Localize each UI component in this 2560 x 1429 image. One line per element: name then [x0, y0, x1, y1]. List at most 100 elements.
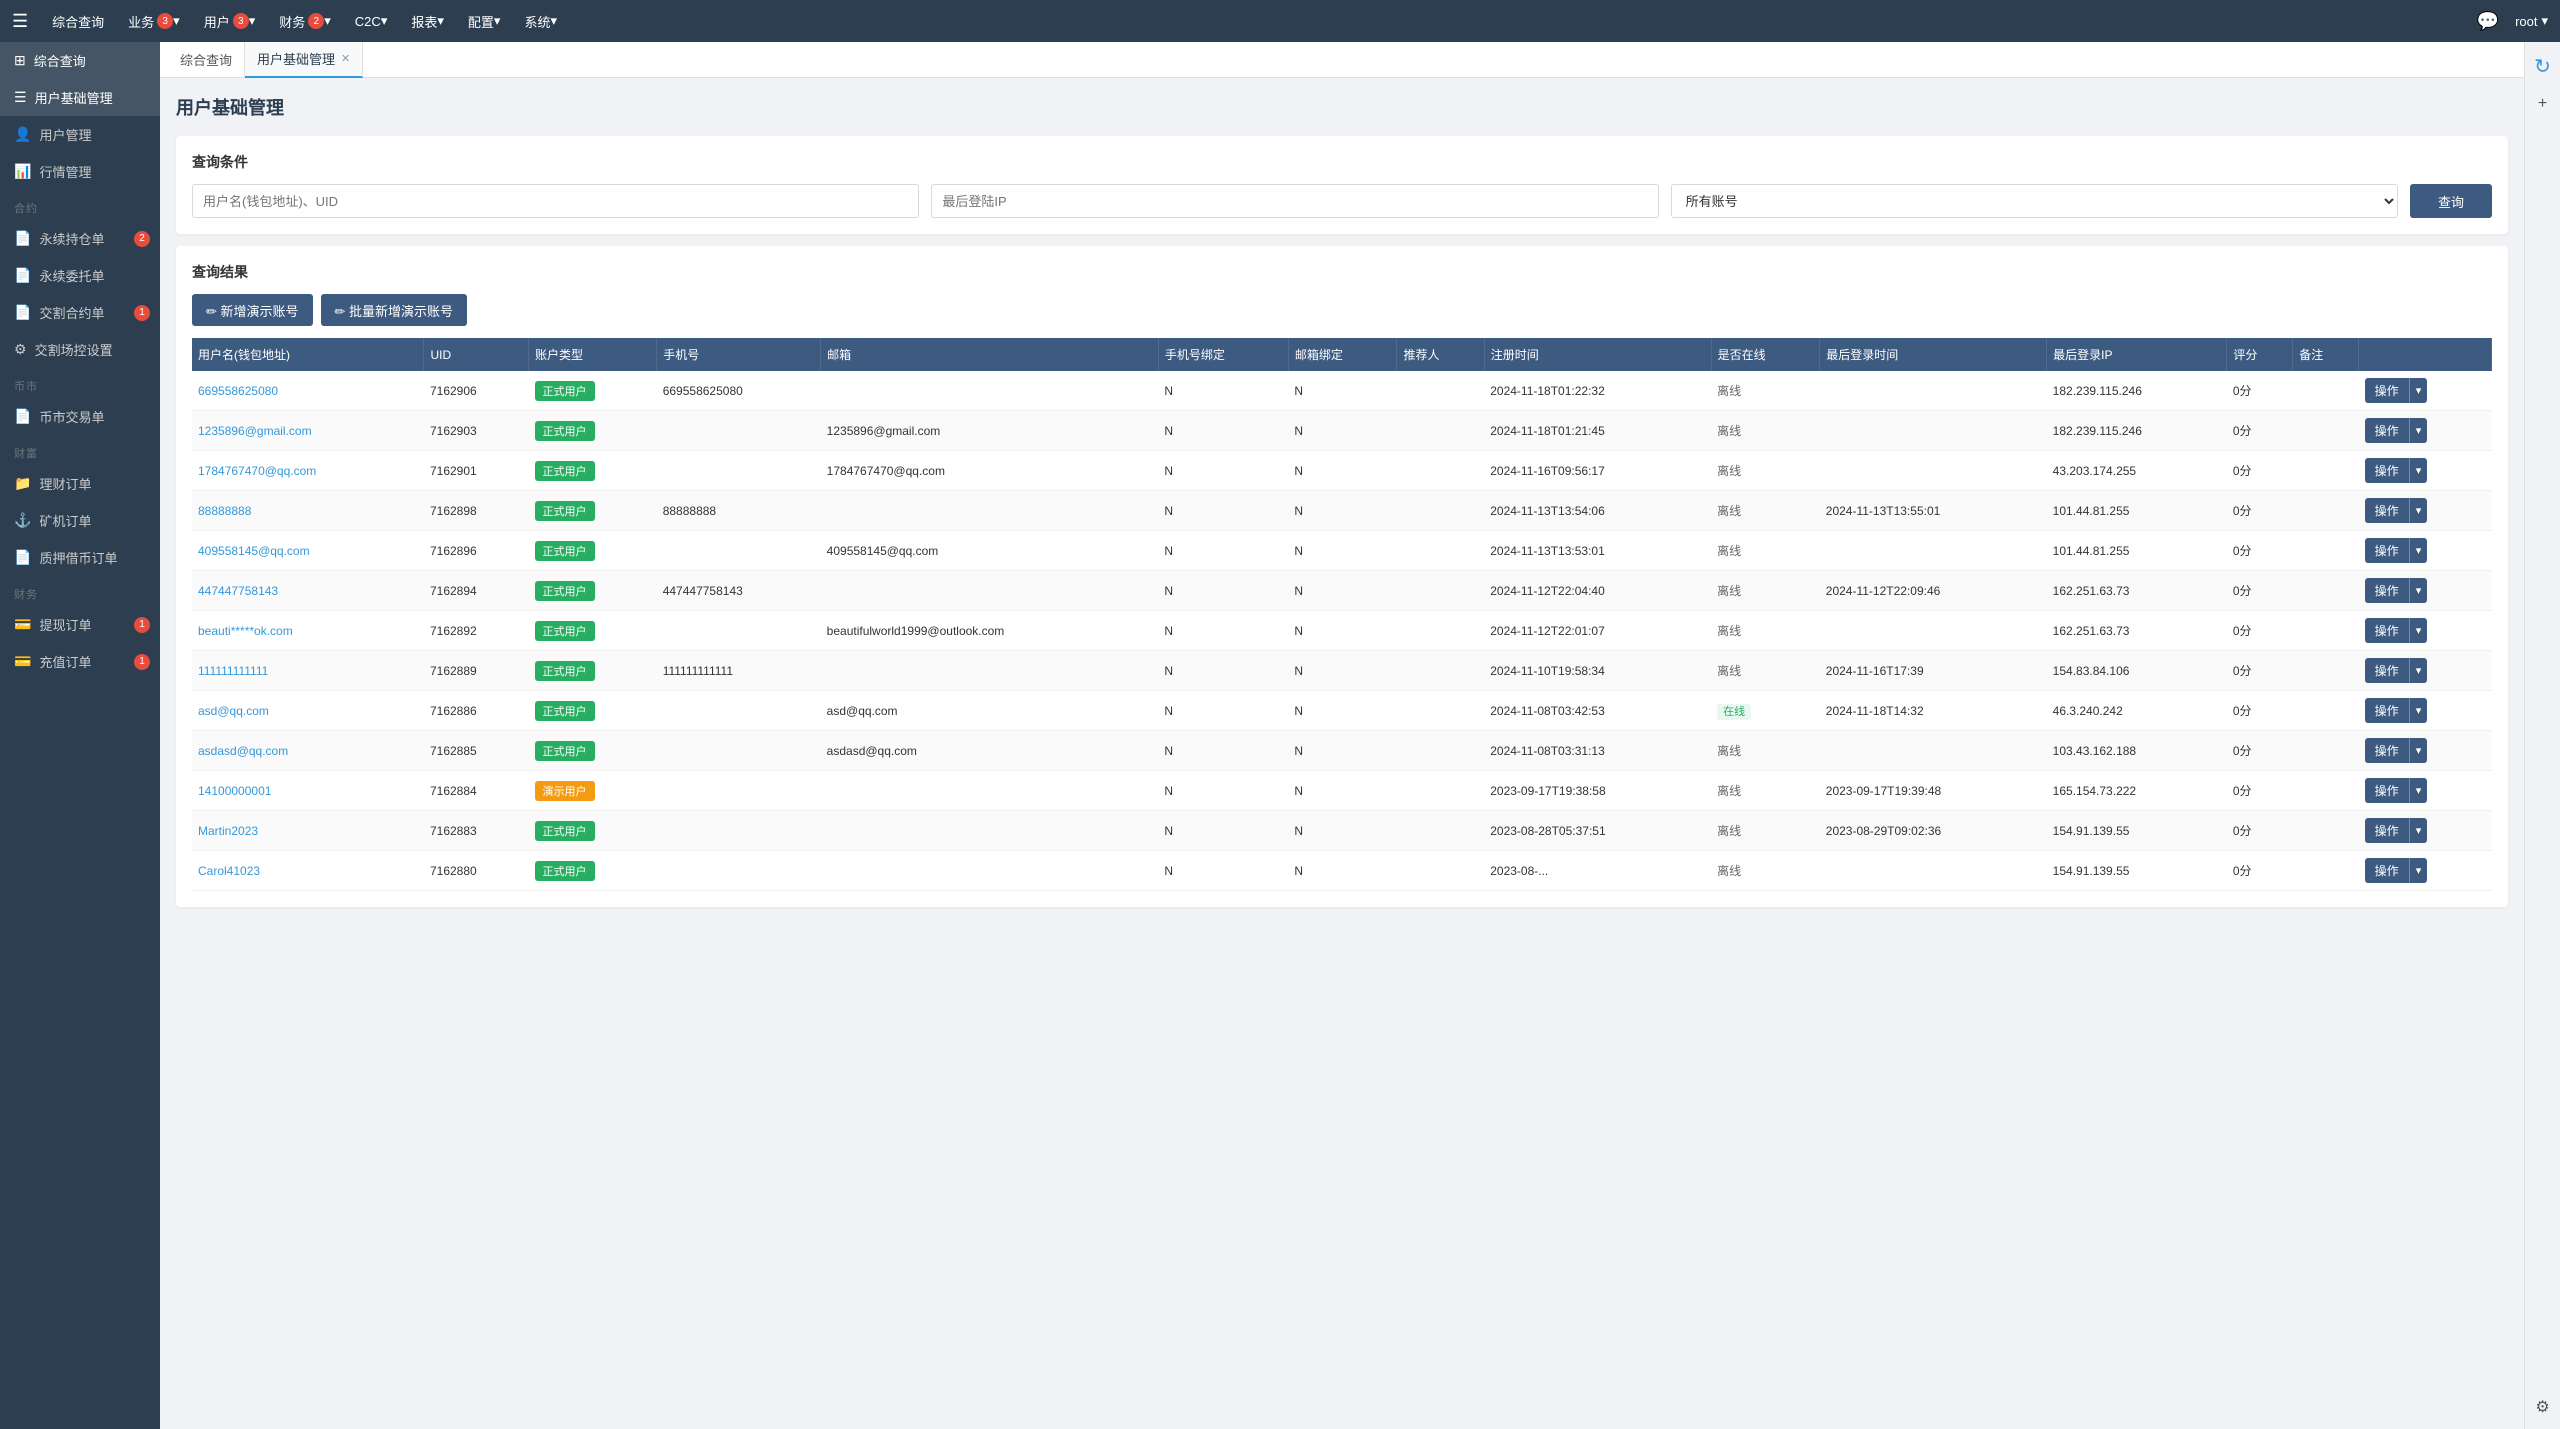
- col-reg-time: 注册时间: [1484, 338, 1711, 371]
- cell-last-login-ip: 182.239.115.246: [2047, 411, 2227, 451]
- online-status: 离线: [1717, 624, 1741, 638]
- operate-button[interactable]: 操作: [2365, 418, 2409, 443]
- chat-icon[interactable]: 💬: [2477, 11, 2499, 32]
- sidebar-item-delivery-contract[interactable]: 📄 交割合约单 1: [0, 294, 160, 331]
- operate-button[interactable]: 操作: [2365, 578, 2409, 603]
- username-link[interactable]: 1784767470@qq.com: [198, 464, 316, 478]
- username-link[interactable]: 447447758143: [198, 584, 278, 598]
- hamburger-icon[interactable]: ☰: [12, 11, 28, 32]
- operate-button[interactable]: 操作: [2365, 618, 2409, 643]
- username-search-input[interactable]: [192, 184, 919, 218]
- search-section: 查询条件 所有账号 正式用户 演示用户 查询: [176, 136, 2508, 234]
- refresh-icon[interactable]: ↻: [2530, 50, 2555, 83]
- operate-dropdown-button[interactable]: ▾: [2409, 858, 2428, 883]
- cell-email-bound: N: [1288, 411, 1397, 451]
- operate-dropdown-button[interactable]: ▾: [2409, 578, 2428, 603]
- sidebar-item-coin-trade[interactable]: 📄 币市交易单: [0, 398, 160, 435]
- operate-button[interactable]: 操作: [2365, 498, 2409, 523]
- nav-item-finance[interactable]: 财务 2 ▾: [269, 0, 341, 42]
- operate-dropdown-button[interactable]: ▾: [2409, 698, 2428, 723]
- username-link[interactable]: Carol41023: [198, 864, 260, 878]
- cell-email-bound: N: [1288, 531, 1397, 571]
- tab-overview[interactable]: 综合查询: [168, 42, 245, 78]
- sidebar-item-user-basic[interactable]: ☰ 用户基础管理: [0, 79, 160, 116]
- gear-icon-right[interactable]: ⚙: [2531, 1393, 2553, 1421]
- sidebar-item-perp-position[interactable]: 📄 永续持仓单 2: [0, 220, 160, 257]
- user-info[interactable]: root ▾: [2515, 13, 2548, 29]
- search-button[interactable]: 查询: [2410, 184, 2492, 218]
- nav-item-report[interactable]: 报表 ▾: [401, 0, 454, 42]
- cell-email: 409558145@qq.com: [821, 531, 1159, 571]
- sidebar-item-market[interactable]: 📊 行情管理: [0, 153, 160, 190]
- operate-dropdown-button[interactable]: ▾: [2409, 618, 2428, 643]
- cell-username: 409558145@qq.com: [192, 531, 424, 571]
- operate-button[interactable]: 操作: [2365, 458, 2409, 483]
- operate-button[interactable]: 操作: [2365, 378, 2409, 403]
- operate-button[interactable]: 操作: [2365, 538, 2409, 563]
- username-link[interactable]: beauti*****ok.com: [198, 624, 293, 638]
- sidebar-item-miner-order[interactable]: ⚓ 矿机订单: [0, 502, 160, 539]
- operate-dropdown-button[interactable]: ▾: [2409, 498, 2428, 523]
- username-link[interactable]: 409558145@qq.com: [198, 544, 310, 558]
- plus-icon[interactable]: +: [2534, 91, 2551, 117]
- recharge-icon: 💳: [14, 653, 31, 670]
- table-row: 111111111111 7162889 正式用户 111111111111 N…: [192, 651, 2492, 691]
- nav-item-overview[interactable]: 综合查询: [42, 0, 114, 42]
- username-link[interactable]: Martin2023: [198, 824, 258, 838]
- sidebar-item-withdraw[interactable]: 💳 提现订单 1: [0, 606, 160, 643]
- sidebar-item-user-mgmt[interactable]: 👤 用户管理: [0, 116, 160, 153]
- operate-dropdown-button[interactable]: ▾: [2409, 458, 2428, 483]
- username-link[interactable]: 1235896@gmail.com: [198, 424, 312, 438]
- nav-item-system[interactable]: 系统 ▾: [514, 0, 567, 42]
- action-btn-group: 操作 ▾: [2365, 498, 2486, 523]
- account-type-select[interactable]: 所有账号 正式用户 演示用户: [1671, 184, 2398, 218]
- account-type-tag: 正式用户: [535, 621, 595, 641]
- operate-button[interactable]: 操作: [2365, 738, 2409, 763]
- operate-dropdown-button[interactable]: ▾: [2409, 418, 2428, 443]
- add-demo-button[interactable]: ✏ 新增演示账号: [192, 294, 313, 326]
- sidebar-item-pledge-order[interactable]: 📄 质押借币订单: [0, 539, 160, 576]
- username-link[interactable]: 111111111111: [198, 664, 268, 678]
- ip-search-input[interactable]: [931, 184, 1658, 218]
- sidebar-item-perp-delegate[interactable]: 📄 永续委托单: [0, 257, 160, 294]
- operate-dropdown-button[interactable]: ▾: [2409, 538, 2428, 563]
- tab-user-basic[interactable]: 用户基础管理 ✕: [245, 42, 363, 78]
- cell-phone-bound: N: [1158, 851, 1288, 891]
- operate-button[interactable]: 操作: [2365, 858, 2409, 883]
- operate-button[interactable]: 操作: [2365, 818, 2409, 843]
- nav-item-user[interactable]: 用户 3 ▾: [194, 0, 266, 42]
- operate-dropdown-button[interactable]: ▾: [2409, 378, 2428, 403]
- username-link[interactable]: asd@qq.com: [198, 704, 269, 718]
- nav-item-business[interactable]: 业务 3 ▾: [118, 0, 190, 42]
- table-row: Carol41023 7162880 正式用户 N N 2023-08-... …: [192, 851, 2492, 891]
- action-btn-group: 操作 ▾: [2365, 458, 2486, 483]
- username-link[interactable]: 88888888: [198, 504, 251, 518]
- operate-button[interactable]: 操作: [2365, 658, 2409, 683]
- cell-account-type: 正式用户: [529, 651, 657, 691]
- table-row: asd@qq.com 7162886 正式用户 asd@qq.com N N 2…: [192, 691, 2492, 731]
- nav-item-c2c[interactable]: C2C ▾: [345, 0, 398, 42]
- operate-dropdown-button[interactable]: ▾: [2409, 778, 2428, 803]
- online-status: 离线: [1717, 384, 1741, 398]
- cell-reg-time: 2024-11-18T01:22:32: [1484, 371, 1711, 411]
- account-type-tag: 正式用户: [535, 861, 595, 881]
- username-link[interactable]: 669558625080: [198, 384, 278, 398]
- username-link[interactable]: asdasd@qq.com: [198, 744, 288, 758]
- operate-dropdown-button[interactable]: ▾: [2409, 818, 2428, 843]
- sidebar-item-delivery-settings[interactable]: ⚙ 交割场控设置: [0, 331, 160, 368]
- operate-button[interactable]: 操作: [2365, 778, 2409, 803]
- batch-add-demo-button[interactable]: ✏ 批量新增演示账号: [321, 294, 468, 326]
- tab-close-icon[interactable]: ✕: [341, 52, 350, 65]
- cell-username: 88888888: [192, 491, 424, 531]
- cell-uid: 7162903: [424, 411, 529, 451]
- sidebar-item-finance-order[interactable]: 📁 理财订单: [0, 465, 160, 502]
- operate-button[interactable]: 操作: [2365, 698, 2409, 723]
- nav-item-config[interactable]: 配置 ▾: [458, 0, 511, 42]
- operate-dropdown-button[interactable]: ▾: [2409, 658, 2428, 683]
- username-link[interactable]: 14100000001: [198, 784, 271, 798]
- sidebar-item-recharge[interactable]: 💳 充值订单 1: [0, 643, 160, 680]
- operate-dropdown-button[interactable]: ▾: [2409, 738, 2428, 763]
- sidebar-item-overview[interactable]: ⊞ 综合查询: [0, 42, 160, 79]
- table-row: 409558145@qq.com 7162896 正式用户 409558145@…: [192, 531, 2492, 571]
- tabs-bar: 综合查询 用户基础管理 ✕: [160, 42, 2524, 78]
